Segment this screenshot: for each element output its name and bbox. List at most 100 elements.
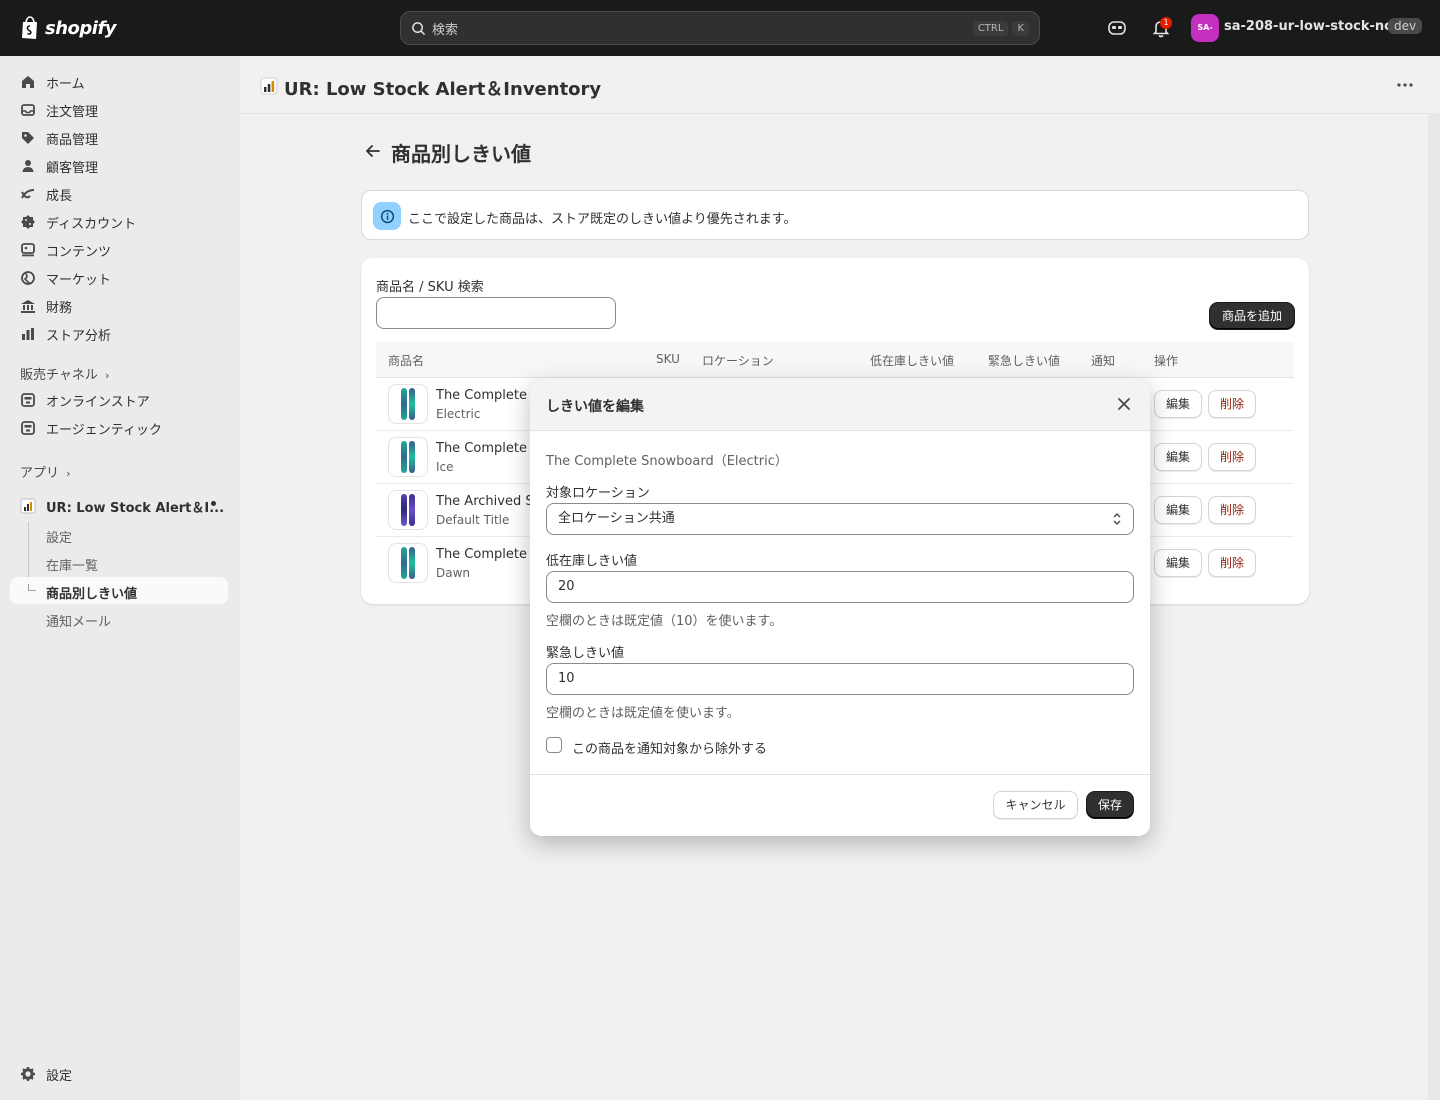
select-arrows-icon: [1113, 513, 1121, 525]
tree-elbow-icon: [28, 584, 36, 591]
delete-button[interactable]: 削除: [1208, 443, 1256, 471]
sidebar-item-markets[interactable]: マーケット: [10, 265, 228, 291]
th-name[interactable]: 商品名: [388, 352, 424, 369]
sidebar-item-label: 注文管理: [46, 104, 99, 120]
location-label: 対象ロケーション: [546, 486, 650, 501]
app-header: UR: Low Stock Alert＆Inventory: [240, 56, 1428, 114]
app-title: UR: Low Stock Alert＆Inventory: [284, 79, 602, 100]
low-threshold-help: 空欄のときは既定値（10）を使います。: [546, 614, 783, 629]
sidebar-item-growth[interactable]: 成長: [10, 181, 228, 207]
edit-button[interactable]: 編集: [1154, 496, 1202, 524]
back-arrow-icon[interactable]: [364, 142, 382, 160]
th-low-threshold[interactable]: 低在庫しきい値: [870, 352, 954, 369]
apps-section[interactable]: アプリ ›: [20, 462, 71, 481]
product-thumbnail: [388, 490, 428, 530]
global-search[interactable]: 検索 CTRL K: [400, 11, 1040, 45]
product-thumbnail: [388, 543, 428, 583]
chevron-right-icon: ›: [66, 467, 71, 480]
product-variant: Dawn: [436, 566, 471, 580]
product-variant: Default Title: [436, 513, 510, 527]
delete-button[interactable]: 削除: [1208, 496, 1256, 524]
apps-label: アプリ: [20, 466, 60, 481]
avatar[interactable]: SA-: [1191, 14, 1219, 42]
snowboard-image: [409, 547, 415, 579]
add-product-button[interactable]: 商品を追加: [1210, 303, 1294, 329]
sidebar-item-settings[interactable]: 設定: [10, 1061, 228, 1087]
modal-product-name: The Complete Snowboard（Electric）: [546, 454, 788, 469]
app-subitem-settings[interactable]: 設定: [46, 527, 72, 546]
chevron-right-icon: ›: [105, 369, 110, 382]
product-thumbnail: [388, 437, 428, 477]
search-label: 商品名 / SKU 検索: [376, 280, 484, 295]
sidebar-item-products[interactable]: 商品管理: [10, 125, 228, 151]
product-name[interactable]: The Archived S: [436, 494, 534, 509]
critical-threshold-help: 空欄のときは既定値を使います。: [546, 706, 740, 721]
location-select[interactable]: 全ロケーション共通: [546, 503, 1134, 535]
gear-icon: [20, 1066, 36, 1082]
sidebar-item-discounts[interactable]: ディスカウント: [10, 209, 228, 235]
critical-threshold-input[interactable]: 10: [546, 663, 1134, 695]
product-thumbnail: [388, 384, 428, 424]
app-subitem-product-thresholds[interactable]: 商品別しきい値: [46, 583, 137, 602]
search-icon: [412, 21, 426, 35]
th-actions: 操作: [1154, 354, 1179, 368]
sidebar-item-home[interactable]: ホーム: [10, 69, 228, 95]
store-icon: [20, 420, 36, 436]
bank-icon: [20, 298, 36, 314]
page-title: 商品別しきい値: [391, 142, 531, 166]
sidebar-item-label: 顧客管理: [46, 160, 99, 176]
sidekick-icon[interactable]: [1106, 17, 1128, 39]
product-variant: Electric: [436, 407, 481, 421]
edit-button[interactable]: 編集: [1154, 443, 1202, 471]
snowboard-image: [401, 441, 407, 473]
app-subitem-inventory[interactable]: 在庫一覧: [46, 555, 98, 574]
save-button[interactable]: 保存: [1087, 792, 1133, 818]
sidebar-item-label: ディスカウント: [46, 216, 137, 232]
edit-button[interactable]: 編集: [1154, 390, 1202, 418]
sidebar-item-finance[interactable]: 財務: [10, 293, 228, 319]
modal-footer: キャンセル 保存: [530, 774, 1150, 836]
cancel-button[interactable]: キャンセル: [993, 791, 1078, 819]
modal-title: しきい値を編集: [546, 399, 644, 415]
th-location[interactable]: ロケーション: [702, 352, 774, 369]
low-threshold-input[interactable]: 20: [546, 571, 1134, 603]
product-name[interactable]: The Complete S: [436, 547, 539, 562]
sidebar-item-customers[interactable]: 顧客管理: [10, 153, 228, 179]
sidebar-item-agentic[interactable]: エージェンティック: [10, 415, 228, 441]
scrollbar[interactable]: [1428, 113, 1440, 1100]
delete-button[interactable]: 削除: [1208, 390, 1256, 418]
shopify-logo[interactable]: shopify: [20, 16, 117, 40]
product-search-input[interactable]: [376, 297, 616, 329]
sidebar-item-label: UR: Low Stock Alert＆I...: [46, 500, 225, 516]
person-icon: [20, 158, 36, 174]
th-sku[interactable]: SKU: [656, 352, 680, 366]
snowboard-image: [409, 441, 415, 473]
sidebar-item-orders[interactable]: 注文管理: [10, 97, 228, 123]
sidebar-item-online-store[interactable]: オンラインストア: [10, 387, 228, 413]
snowboard-image: [401, 388, 407, 420]
table-header: 商品名 SKU ロケーション 低在庫しきい値 緊急しきい値 通知 操作: [376, 342, 1294, 378]
sales-channels-label: 販売チャネル: [20, 368, 98, 383]
sidebar-item-label: 財務: [46, 300, 73, 316]
growth-icon: [20, 186, 36, 202]
sidebar-item-analytics[interactable]: ストア分析: [10, 321, 228, 347]
exclude-notification-label[interactable]: この商品を通知対象から除外する: [572, 738, 767, 757]
sidebar-item-content[interactable]: コンテンツ: [10, 237, 228, 263]
discount-icon: [20, 214, 36, 230]
product-name[interactable]: The Complete S: [436, 441, 539, 456]
app-subitem-notification-email[interactable]: 通知メール: [46, 611, 111, 630]
more-actions-icon[interactable]: [1396, 78, 1414, 92]
exclude-notification-checkbox[interactable]: [546, 737, 562, 753]
edit-button[interactable]: 編集: [1154, 549, 1202, 577]
sidebar-item-label: オンラインストア: [46, 394, 150, 410]
sales-channels-section[interactable]: 販売チャネル ›: [20, 364, 109, 383]
product-name[interactable]: The Complete S: [436, 388, 539, 403]
th-critical-threshold[interactable]: 緊急しきい値: [988, 352, 1060, 369]
delete-button[interactable]: 削除: [1208, 549, 1256, 577]
close-icon[interactable]: [1116, 396, 1132, 412]
env-badge: dev: [1388, 18, 1423, 34]
th-notify[interactable]: 通知: [1091, 352, 1115, 369]
notification-badge: 1: [1160, 17, 1172, 29]
sidebar-item-app[interactable]: UR: Low Stock Alert＆I...: [10, 493, 228, 519]
critical-threshold-label: 緊急しきい値: [546, 646, 625, 661]
